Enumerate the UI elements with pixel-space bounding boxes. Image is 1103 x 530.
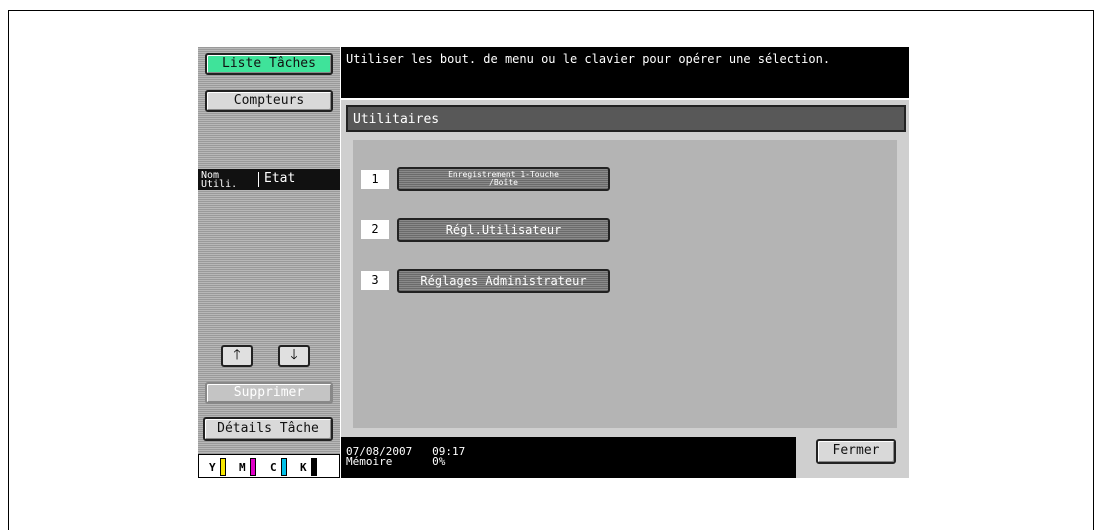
toner-k-bar [311,458,317,476]
arrow-up-icon: 🡑 [233,347,241,363]
toner-c-label: C [270,461,277,474]
column-user-name: Nom Utili. [201,170,238,190]
scroll-down-button[interactable]: 🡓 [278,345,310,367]
delete-button[interactable]: Supprimer [205,382,333,404]
status-bar: 07/08/2007 09:17 Mémoire 0% [341,437,796,478]
panel-title: Utilitaires [353,112,440,127]
column-status: Etat [264,171,296,186]
scroll-up-button[interactable]: 🡑 [221,345,253,367]
counters-button[interactable]: Compteurs [205,90,333,112]
instruction-text: Utiliser les bout. de menu ou le clavier… [346,52,831,66]
menu-number-1: 1 [361,170,389,189]
left-panel: Liste Tâches Compteurs Nom Utili. Etat 🡑… [198,47,340,478]
memory-label: Mémoire [346,455,393,468]
toner-y-bar [220,458,226,476]
job-list-button[interactable]: Liste Tâches [205,53,333,75]
admin-settings-button[interactable]: Réglages Administrateur [397,269,610,293]
utilities-panel: Utilitaires 1 Enregistrement 1-Touche /B… [341,100,909,478]
user-settings-button[interactable]: Régl.Utilisateur [397,218,610,242]
close-button[interactable]: Fermer [816,439,896,464]
status-info: 07/08/2007 09:17 Mémoire 0% [346,446,465,468]
toner-y-label: Y [209,461,216,474]
column-separator [258,172,259,187]
job-list-header: Nom Utili. Etat [198,169,340,190]
menu-area: 1 Enregistrement 1-Touche /Boîte 2 Régl.… [353,140,897,428]
toner-m-bar [250,458,256,476]
job-details-button[interactable]: Détails Tâche [203,417,333,441]
toner-levels: Y M C K [198,454,340,478]
arrow-down-icon: 🡓 [290,347,298,363]
menu-number-3: 3 [361,271,389,290]
message-bar: Utiliser les bout. de menu ou le clavier… [341,47,909,98]
toner-k-label: K [300,461,307,474]
one-touch-box-registration-button[interactable]: Enregistrement 1-Touche /Boîte [397,167,610,191]
memory-value: 0% [432,455,446,468]
toner-c-bar [281,458,287,476]
panel-title-bar: Utilitaires [346,105,906,132]
toner-m-label: M [239,461,246,474]
menu-number-2: 2 [361,220,389,239]
